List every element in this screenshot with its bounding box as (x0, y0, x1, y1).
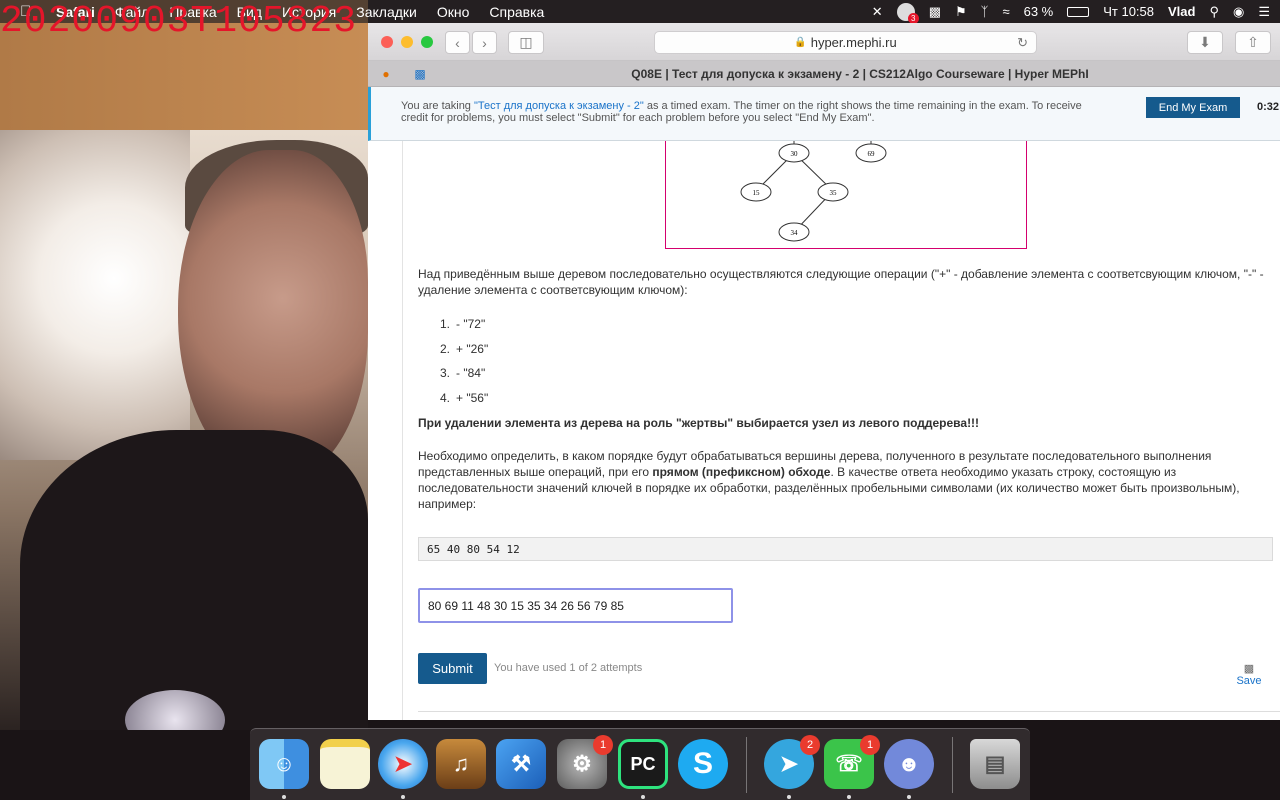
floppy-icon: ▩ (1243, 663, 1255, 675)
url-text: hyper.mephi.ru (810, 35, 897, 50)
sidebar-icon[interactable]: ◫ (508, 31, 544, 54)
webcam-video (0, 0, 368, 730)
flag-us-icon[interactable]: ⚑ (955, 4, 967, 20)
end-exam-button[interactable]: End My Exam (1146, 97, 1240, 118)
menu-item-help[interactable]: Справка (489, 4, 544, 20)
dock: ☺ ➤ ♫ ⚒ ⚙ 1 PC S ➤ 2 ☏ 1 ☻ ▤ (250, 728, 1030, 800)
task-description: Необходимо определить, в каком порядке б… (418, 448, 1240, 511)
tree-node-label: 35 (830, 189, 838, 197)
problem-content: 30 69 15 35 34 Над приведённым выше дере… (368, 141, 1280, 720)
operations-list: 1. - "72" 2. + "26" 3. - "84" 4. + "56" (440, 316, 1278, 406)
timestamp-overlay: 20200903T105823 (0, 0, 358, 43)
menu-item-window[interactable]: Окно (437, 4, 470, 20)
minimize-window-button[interactable] (401, 36, 413, 48)
pycharm-label: PC (630, 753, 656, 774)
safari-icon[interactable]: ➤ (378, 739, 428, 789)
bst-diagram: 30 69 15 35 34 (665, 141, 1027, 249)
notification-badge: 3 (907, 12, 919, 24)
system-preferences-badge: 1 (593, 735, 613, 755)
share-icon[interactable]: ⇧ (1235, 31, 1271, 54)
trash-icon[interactable]: ▤ (970, 739, 1020, 789)
tree-node-label: 15 (753, 189, 761, 197)
timed-exam-banner: You are taking "Тест для допуска к экзам… (368, 87, 1280, 141)
telegram-icon[interactable]: ➤ 2 (764, 735, 820, 789)
favicon-pinned-icon[interactable]: ● (370, 64, 402, 84)
submit-button[interactable]: Submit (418, 653, 487, 684)
menu-item-bookmarks[interactable]: Закладки (356, 4, 417, 20)
notification-icon[interactable]: 3 (896, 2, 919, 24)
system-preferences-icon[interactable]: ⚙ 1 (557, 735, 613, 789)
attempts-status: You have used 1 of 2 attempts (494, 662, 643, 674)
problem-intro: Над приведённым выше деревом последовате… (418, 267, 1264, 297)
finder-icon[interactable]: ☺ (259, 739, 309, 789)
discord-icon[interactable]: ☻ (884, 739, 934, 789)
notes-icon[interactable] (320, 739, 370, 789)
bluetooth-icon[interactable]: ᛉ (981, 4, 989, 19)
facetime-badge: 1 (860, 735, 880, 755)
battery-percent[interactable]: 63 % (1024, 4, 1054, 19)
clock[interactable]: Чт 10:58 (1103, 4, 1154, 19)
exam-notice: You are taking "Тест для допуска к экзам… (401, 100, 1082, 124)
zoom-window-button[interactable] (421, 36, 433, 48)
operation-item: 2. + "26" (440, 341, 489, 356)
safari-window: ‹ › ◫ ≡ 🔒 hyper.mephi.ru ↻ ⬇ ⇧ ● ▩ Q08E … (368, 23, 1280, 720)
tree-node-label: 69 (868, 150, 876, 158)
forward-button[interactable]: › (472, 31, 497, 54)
exam-link[interactable]: "Тест для допуска к экзамену - 2" (474, 100, 644, 112)
address-bar[interactable]: 🔒 hyper.mephi.ru ↻ (654, 31, 1037, 54)
favicon-chat-icon[interactable]: ▩ (404, 64, 436, 84)
tab-title[interactable]: Q08E | Тест для допуска к экзамену - 2 |… (440, 67, 1280, 81)
skype-icon[interactable]: S (678, 739, 728, 789)
save-button[interactable]: ▩ Save (1234, 662, 1264, 687)
operation-item: 3. - "84" (440, 366, 486, 381)
deletion-note: При удалении элемента из дерева на роль … (418, 415, 980, 430)
tab-bar: ● ▩ Q08E | Тест для допуска к экзамену -… (368, 61, 1280, 87)
operation-item: 4. + "56" (440, 390, 489, 405)
garageband-icon[interactable]: ♫ (436, 739, 486, 789)
reload-icon[interactable]: ↻ (1017, 35, 1028, 51)
battery-icon[interactable] (1067, 6, 1090, 17)
lock-icon: 🔒 (794, 37, 807, 48)
chat-icon[interactable]: ▩ (929, 4, 941, 20)
tree-svg: 30 69 15 35 34 (740, 141, 887, 242)
telegram-badge: 2 (800, 735, 820, 755)
pycharm-icon[interactable]: PC (618, 739, 668, 789)
problem-text: Над приведённым выше деревом последовате… (418, 266, 1278, 512)
wifi-icon[interactable]: ≈ (1002, 4, 1009, 19)
back-button[interactable]: ‹ (445, 31, 470, 54)
downloads-icon[interactable]: ⬇ (1187, 31, 1223, 54)
mute-icon[interactable]: ✕ (872, 4, 883, 20)
exam-timer: 0:32: (1257, 101, 1280, 113)
answer-input[interactable]: 80 69 11 48 30 15 35 34 26 56 79 85 (418, 588, 733, 623)
tree-node-label: 30 (791, 150, 799, 158)
xcode-icon[interactable]: ⚒ (496, 739, 546, 789)
siri-icon[interactable]: ◉ (1233, 4, 1244, 20)
notification-center-icon[interactable]: ☰ (1258, 4, 1270, 20)
spotlight-icon[interactable]: ⚲ (1209, 4, 1219, 20)
operation-item: 1. - "72" (440, 317, 486, 331)
example-answer: 65 40 80 54 12 (418, 537, 1273, 561)
close-window-button[interactable] (381, 36, 393, 48)
user-name[interactable]: Vlad (1168, 4, 1195, 19)
tree-node-label: 34 (791, 229, 799, 237)
facetime-icon[interactable]: ☏ 1 (824, 735, 880, 789)
browser-toolbar: ‹ › ◫ ≡ 🔒 hyper.mephi.ru ↻ ⬇ ⇧ (368, 23, 1280, 61)
save-label: Save (1236, 675, 1262, 687)
